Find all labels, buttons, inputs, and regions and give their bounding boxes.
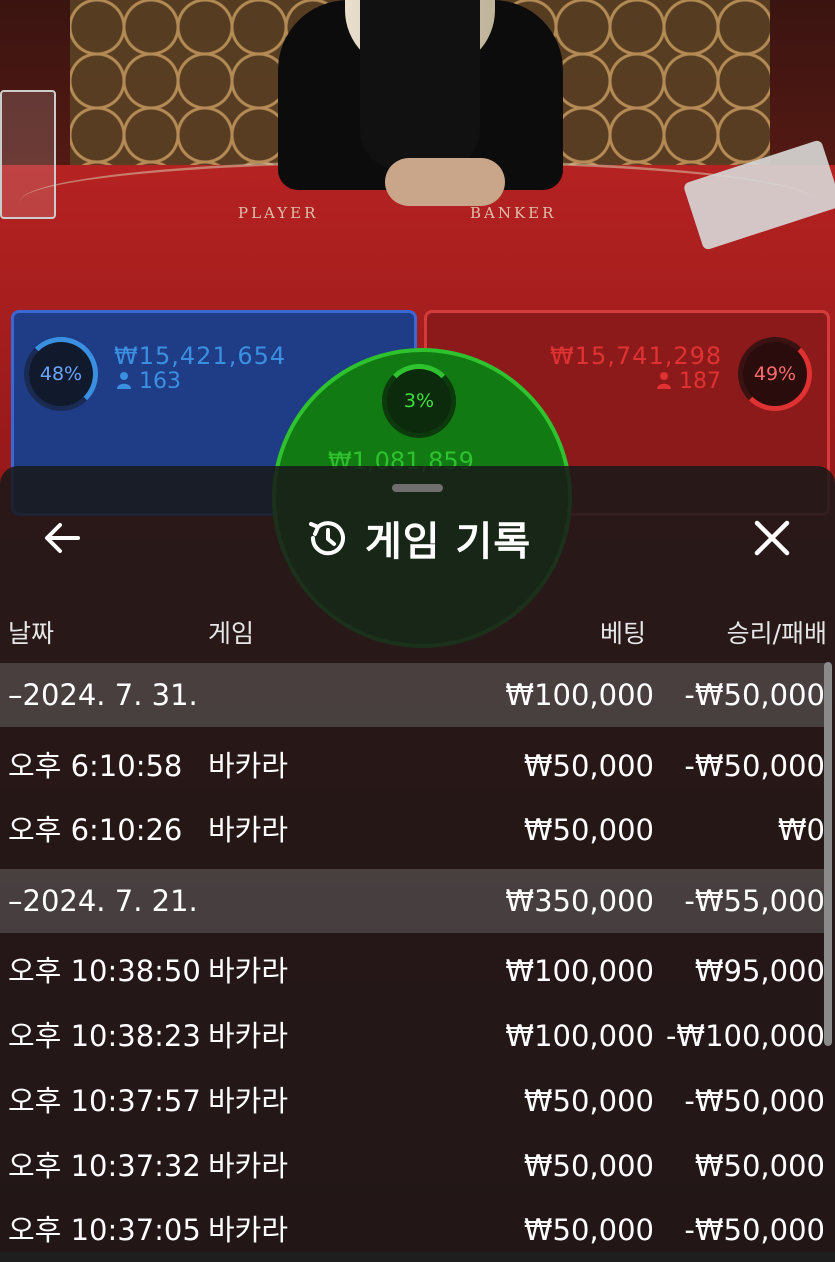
- history-group-row[interactable]: –2024. 7. 31. ₩100,000 -₩50,000: [0, 663, 825, 727]
- banker-bettor-count: 187: [656, 369, 721, 394]
- row-result: ₩95,000: [694, 954, 825, 988]
- history-clock-icon: [309, 521, 345, 556]
- row-bet: ₩50,000: [523, 749, 654, 783]
- row-bet: ₩100,000: [505, 954, 654, 988]
- back-button[interactable]: [40, 516, 84, 560]
- history-row[interactable]: 오후 10:38:50 바카라 ₩100,000 ₩95,000: [0, 939, 825, 1003]
- row-bet: ₩50,000: [523, 813, 654, 847]
- arrow-left-icon: [45, 523, 80, 553]
- row-result: -₩50,000: [684, 749, 825, 783]
- player-bettor-count-value: 163: [139, 369, 181, 394]
- row-game: 바카라: [208, 1019, 289, 1053]
- column-header-result: 승리/패배: [726, 619, 827, 648]
- game-history-sheet: 게임 기록 날짜 게임 베팅 승리/패배 –2024. 7. 31. ₩100,…: [0, 466, 835, 1252]
- row-result: -₩50,000: [684, 1213, 825, 1247]
- drag-handle[interactable]: [392, 484, 443, 492]
- history-row[interactable]: 오후 10:37:05 바카라 ₩50,000 -₩50,000: [0, 1198, 825, 1262]
- row-time: 오후 10:37:57: [8, 1084, 201, 1118]
- row-bet: ₩50,000: [523, 1213, 654, 1247]
- row-game: 바카라: [208, 1213, 289, 1247]
- row-result: -₩50,000: [684, 1084, 825, 1118]
- group-bet-total: ₩100,000: [505, 678, 654, 712]
- history-row[interactable]: 오후 6:10:26 바카라 ₩50,000 ₩0: [0, 798, 825, 862]
- history-row[interactable]: 오후 10:38:23 바카라 ₩100,000 -₩100,000: [0, 1004, 825, 1068]
- banker-bettor-count-value: 187: [679, 369, 721, 394]
- row-result: ₩0: [777, 813, 825, 847]
- scrollbar[interactable]: [824, 662, 832, 1046]
- history-row[interactable]: 오후 6:10:58 바카라 ₩50,000 -₩50,000: [0, 734, 825, 798]
- history-group-row[interactable]: –2024. 7. 21. ₩350,000 -₩55,000: [0, 869, 825, 933]
- row-game: 바카라: [208, 813, 289, 847]
- history-row[interactable]: 오후 10:37:32 바카라 ₩50,000 ₩50,000: [0, 1134, 825, 1198]
- player-bettor-count: 163: [116, 369, 181, 394]
- player-bet-total: ₩15,421,654: [114, 342, 287, 370]
- player-percent-ring: 48%: [24, 337, 98, 411]
- row-result: -₩100,000: [665, 1019, 825, 1053]
- dealer-shirt: [360, 0, 480, 170]
- card-discard-box: [0, 90, 56, 219]
- row-time: 오후 10:38:50: [8, 954, 201, 988]
- dealer-hands: [385, 158, 505, 206]
- row-result: ₩50,000: [694, 1149, 825, 1183]
- group-date: –2024. 7. 21.: [8, 884, 198, 918]
- group-bet-total: ₩350,000: [505, 884, 654, 918]
- row-bet: ₩50,000: [523, 1084, 654, 1118]
- sheet-title: 게임 기록: [365, 519, 532, 565]
- close-icon: [754, 520, 790, 556]
- tie-percent-ring: 3%: [382, 364, 456, 438]
- person-icon: [657, 372, 671, 389]
- banker-table-label: BANKER: [470, 204, 557, 222]
- row-game: 바카라: [208, 954, 289, 988]
- row-time: 오후 6:10:58: [8, 749, 183, 783]
- column-header-game: 게임: [208, 619, 255, 648]
- row-time: 오후 10:37:32: [8, 1149, 201, 1183]
- group-date: –2024. 7. 31.: [8, 678, 198, 712]
- row-game: 바카라: [208, 749, 289, 783]
- row-game: 바카라: [208, 1149, 289, 1183]
- column-header-bet: 베팅: [599, 619, 646, 648]
- banker-bet-total: ₩15,741,298: [550, 342, 723, 370]
- row-bet: ₩50,000: [523, 1149, 654, 1183]
- row-game: 바카라: [208, 1084, 289, 1118]
- group-result-total: -₩50,000: [684, 678, 825, 712]
- row-time: 오후 10:37:05: [8, 1213, 201, 1247]
- column-header-date: 날짜: [8, 619, 55, 648]
- player-table-label: PLAYER: [238, 204, 319, 222]
- row-time: 오후 10:38:23: [8, 1019, 201, 1053]
- row-time: 오후 6:10:26: [8, 813, 183, 847]
- sheet-header: 게임 기록: [305, 510, 531, 566]
- person-icon: [117, 372, 131, 389]
- row-bet: ₩100,000: [505, 1019, 654, 1053]
- group-result-total: -₩55,000: [684, 884, 825, 918]
- close-button[interactable]: [748, 514, 796, 562]
- history-row[interactable]: 오후 10:37:57 바카라 ₩50,000 -₩50,000: [0, 1069, 825, 1133]
- banker-percent-ring: 49%: [738, 337, 812, 411]
